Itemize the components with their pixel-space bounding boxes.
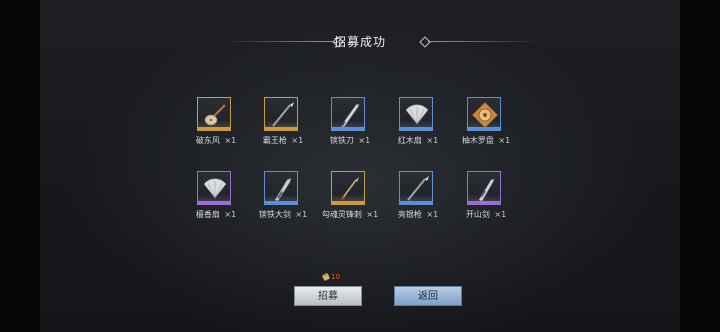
right-letterbox xyxy=(680,0,720,332)
rarity-bar xyxy=(198,201,230,204)
item-label: 柚木罗盘 xyxy=(461,136,494,145)
scroll-icon xyxy=(322,273,330,281)
rarity-bar xyxy=(400,201,432,204)
item-quantity: ×1 xyxy=(494,210,507,219)
item-quantity: ×1 xyxy=(426,210,439,219)
item-label: 红木扇 xyxy=(397,136,422,145)
item-slot[interactable] xyxy=(467,171,501,205)
item-label: 开山剑 xyxy=(465,210,490,219)
item-label: 镔铁大剑 xyxy=(258,210,291,219)
item-label: 破东风 xyxy=(195,136,220,145)
rarity-bar xyxy=(265,201,297,204)
item-slot[interactable] xyxy=(399,171,433,205)
rarity-bar xyxy=(265,127,297,130)
item-label: 霸王枪 xyxy=(262,136,287,145)
back-button[interactable]: 返回 xyxy=(394,286,462,306)
cost-amount: 10 xyxy=(331,273,340,281)
reward-item[interactable]: 开山剑 ×1 xyxy=(441,171,531,231)
item-label: 镔铁刀 xyxy=(329,136,354,145)
recruit-cost: 10 xyxy=(321,272,361,284)
item-label: 勾魂灵锋刺 xyxy=(321,210,362,219)
item-name: 柚木罗盘 ×1 xyxy=(441,135,531,146)
recruit-button[interactable]: 招募 xyxy=(294,286,362,306)
rarity-bar xyxy=(468,127,500,130)
title-bar: 招募成功 xyxy=(40,33,680,53)
item-label: 檀香扇 xyxy=(195,210,220,219)
item-slot[interactable] xyxy=(467,97,501,131)
item-slot[interactable] xyxy=(197,171,231,205)
item-slot[interactable] xyxy=(264,97,298,131)
item-slot[interactable] xyxy=(197,97,231,131)
item-quantity: ×1 xyxy=(498,136,511,145)
recruit-result-panel: 招募成功 破东风 ×1 霸王枪 ×1 镔铁刀 ×1 红木扇 ×1 柚木罗盘 ×1 檀香扇 … xyxy=(40,0,680,332)
item-slot[interactable] xyxy=(399,97,433,131)
item-quantity: ×1 xyxy=(224,136,237,145)
item-slot[interactable] xyxy=(331,97,365,131)
page-title: 招募成功 xyxy=(333,35,386,49)
item-slot[interactable] xyxy=(264,171,298,205)
item-quantity: ×1 xyxy=(291,136,304,145)
item-name: 开山剑 ×1 xyxy=(441,209,531,220)
rarity-bar xyxy=(332,201,364,204)
rarity-bar xyxy=(400,127,432,130)
rarity-bar xyxy=(332,127,364,130)
item-quantity: ×1 xyxy=(358,136,371,145)
rarity-bar xyxy=(198,127,230,130)
title-divider-right xyxy=(428,41,540,42)
rarity-bar xyxy=(468,201,500,204)
item-label: 亮银枪 xyxy=(397,210,422,219)
left-letterbox xyxy=(0,0,40,332)
reward-item[interactable]: 柚木罗盘 ×1 xyxy=(441,97,531,157)
item-quantity: ×1 xyxy=(224,210,237,219)
item-slot[interactable] xyxy=(331,171,365,205)
item-quantity: ×1 xyxy=(426,136,439,145)
